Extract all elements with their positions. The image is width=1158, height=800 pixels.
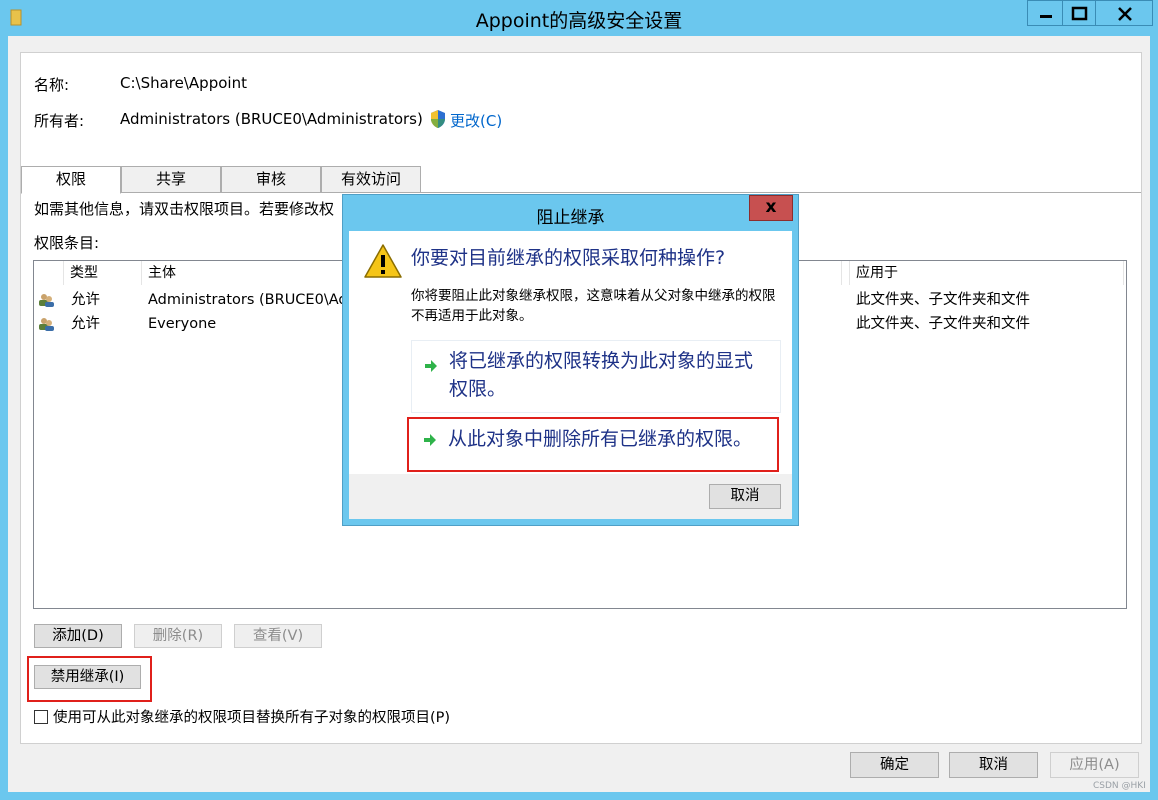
permissions-hint: 如需其他信息，请双击权限项目。若要修改权 [34, 200, 335, 218]
minimize-icon [1040, 15, 1052, 18]
view-button[interactable]: 查看(V) [234, 624, 322, 648]
green-arrow-icon [425, 360, 437, 372]
dialog-description: 你将要阻止此对象继承权限，这意味着从父对象中继承的权限不再适用于此对象。 [411, 288, 776, 324]
remove-button[interactable]: 删除(R) [134, 624, 222, 648]
change-owner-link[interactable]: 更改(C) [450, 110, 502, 131]
dialog-cancel-button[interactable]: 取消 [709, 484, 781, 509]
add-button[interactable]: 添加(D) [34, 624, 122, 648]
replace-child-permissions-checkbox[interactable] [34, 710, 48, 724]
tab-audit[interactable]: 审核 [221, 166, 321, 193]
column-header-applies-to[interactable]: 应用于 [849, 261, 1124, 285]
maximize-icon [1071, 6, 1088, 21]
owner-value: Administrators (BRUCE0\Administrators) [120, 110, 423, 128]
block-inheritance-dialog: 阻止继承 x 你要对目前继承的权限采取何种操作? 你将要阻止此对象继承权限，这意… [342, 194, 799, 526]
users-icon [39, 318, 54, 331]
close-icon: x [765, 197, 777, 217]
row-type: 允许 [71, 292, 100, 308]
dialog-body: 你要对目前继承的权限采取何种操作? 你将要阻止此对象继承权限，这意味着从父对象中… [349, 231, 792, 474]
tab-permissions[interactable]: 权限 [21, 166, 121, 194]
maximize-button[interactable] [1062, 0, 1096, 26]
ok-button[interactable]: 确定 [850, 752, 939, 778]
window-title: Appoint的高级安全设置 [475, 10, 683, 32]
close-button[interactable] [1095, 0, 1153, 26]
owner-label: 所有者: [34, 112, 85, 130]
replace-child-permissions-label: 使用可从此对象继承的权限项目替换所有子对象的权限项目(P) [53, 710, 451, 726]
option-convert-line2: 权限。 [449, 378, 507, 400]
dialog-footer: 取消 [349, 474, 792, 519]
highlight-box [27, 656, 152, 702]
dialog-title: 阻止继承 [536, 208, 605, 228]
highlight-box [407, 417, 779, 472]
close-icon [1118, 7, 1132, 21]
row-applies-to: 此文件夹、子文件夹和文件 [856, 292, 1030, 308]
option-convert-line1: 将已继承的权限转换为此对象的显式 [449, 350, 754, 372]
name-value: C:\Share\Appoint [120, 74, 247, 92]
watermark: CSDN @HKI [1093, 781, 1146, 791]
minimize-button[interactable] [1027, 0, 1063, 26]
uac-shield-icon [431, 110, 445, 128]
cancel-button[interactable]: 取消 [949, 752, 1038, 778]
column-header-icon[interactable] [34, 261, 64, 285]
convert-inherited-option[interactable]: 将已继承的权限转换为此对象的显式 权限。 [411, 340, 781, 413]
row-type: 允许 [71, 316, 100, 332]
name-label: 名称: [34, 76, 70, 94]
row-applies-to: 此文件夹、子文件夹和文件 [856, 316, 1030, 332]
permission-entries-label: 权限条目: [34, 234, 100, 252]
row-principal: Administrators (BRUCE0\Ad [148, 292, 348, 308]
tab-share[interactable]: 共享 [121, 166, 221, 193]
tab-effective-access[interactable]: 有效访问 [321, 166, 421, 193]
warning-icon [364, 244, 402, 278]
users-icon [39, 294, 54, 307]
apply-button[interactable]: 应用(A) [1050, 752, 1139, 778]
dialog-question: 你要对目前继承的权限采取何种操作? [411, 247, 726, 269]
dialog-close-button[interactable]: x [749, 195, 793, 221]
row-principal: Everyone [148, 316, 217, 332]
title-bar: Appoint的高级安全设置 [0, 0, 1158, 36]
column-header-type[interactable]: 类型 [64, 261, 142, 285]
